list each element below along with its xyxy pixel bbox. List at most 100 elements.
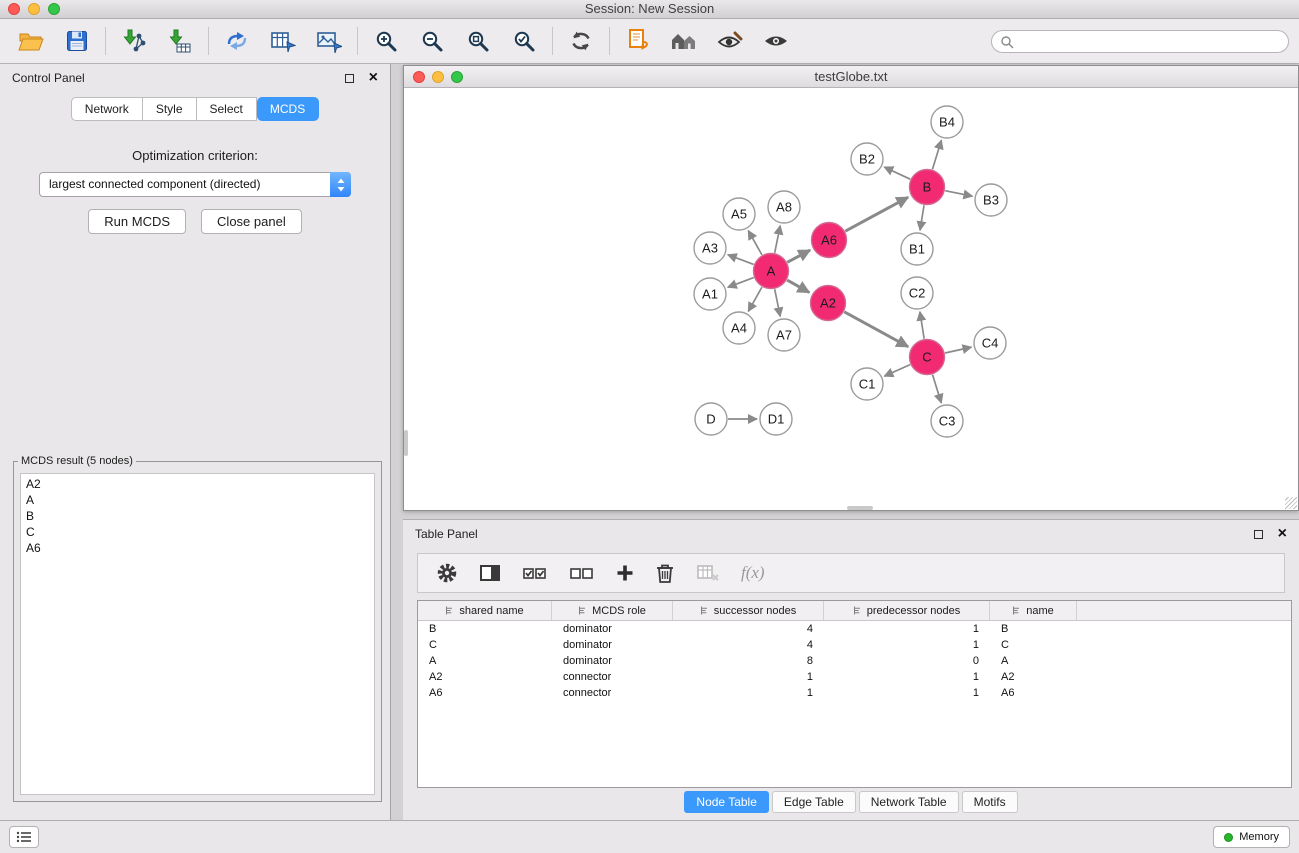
graph-node-A2[interactable]: A2	[811, 286, 846, 321]
show-all-columns-icon[interactable]	[522, 564, 548, 582]
graph-edge[interactable]	[748, 231, 762, 255]
graph-edge[interactable]	[728, 255, 754, 265]
settings-gear-icon[interactable]	[436, 562, 458, 584]
graph-edge[interactable]	[845, 197, 908, 231]
tab-edge-table[interactable]: Edge Table	[772, 791, 856, 813]
network-minimize-button[interactable]	[432, 71, 444, 83]
save-session-icon[interactable]	[56, 22, 98, 60]
tab-node-table[interactable]: Node Table	[684, 791, 769, 813]
column-header-predecessor-nodes[interactable]: predecessor nodes	[824, 601, 990, 620]
birds-eye-view-icon[interactable]	[755, 22, 797, 60]
create-column-icon[interactable]	[616, 564, 634, 582]
graph-edge[interactable]	[787, 250, 810, 262]
graph-node-A3[interactable]: A3	[694, 232, 726, 264]
graph-node-C[interactable]: C	[910, 340, 945, 375]
graph-node-C3[interactable]: C3	[931, 405, 963, 437]
network-zoom-button[interactable]	[451, 71, 463, 83]
task-list-icon[interactable]	[9, 826, 39, 848]
open-session-icon[interactable]	[10, 22, 52, 60]
graph-node-B4[interactable]: B4	[931, 106, 963, 138]
graph-edge[interactable]	[748, 287, 762, 311]
graph-edge[interactable]	[945, 347, 971, 353]
float-panel-icon[interactable]	[345, 74, 354, 83]
network-graph[interactable]: B4B2BB3A8A5A6A3B1AA1C2A2A4A7C4CC1C3DD1	[404, 88, 1298, 510]
graph-node-A4[interactable]: A4	[723, 312, 755, 344]
graph-edge[interactable]	[920, 312, 924, 339]
graph-edge[interactable]	[775, 226, 781, 253]
graph-node-B[interactable]: B	[910, 170, 945, 205]
table-row[interactable]: Bdominator41B	[418, 621, 1291, 637]
column-header-shared-name[interactable]: shared name	[418, 601, 552, 620]
column-header-name[interactable]: name	[990, 601, 1077, 620]
graph-edge[interactable]	[945, 191, 972, 197]
close-table-panel-icon[interactable]: ×	[1278, 529, 1287, 539]
table-row[interactable]: A6connector11A6	[418, 685, 1291, 701]
zoom-in-icon[interactable]	[365, 22, 407, 60]
horizontal-scroll-nub[interactable]	[847, 506, 873, 510]
import-network-icon[interactable]	[113, 22, 155, 60]
new-network-icon[interactable]	[216, 22, 258, 60]
search-input[interactable]	[1019, 31, 1288, 52]
table-row[interactable]: A2connector11A2	[418, 669, 1291, 685]
graph-node-D[interactable]: D	[695, 403, 727, 435]
graph-node-A6[interactable]: A6	[812, 223, 847, 258]
graph-node-A7[interactable]: A7	[768, 319, 800, 351]
graph-edge[interactable]	[932, 140, 941, 169]
refresh-icon[interactable]	[560, 22, 602, 60]
tab-select[interactable]: Select	[197, 97, 257, 121]
mcds-result-list[interactable]: A2ABCA6	[20, 473, 375, 795]
float-table-panel-icon[interactable]	[1254, 530, 1263, 539]
close-panel-icon[interactable]: ×	[369, 73, 378, 83]
search-box[interactable]	[991, 30, 1289, 53]
network-window-titlebar[interactable]: testGlobe.txt	[404, 66, 1298, 88]
graph-node-B1[interactable]: B1	[901, 233, 933, 265]
graph-edge[interactable]	[884, 167, 910, 179]
zoom-selected-icon[interactable]	[503, 22, 545, 60]
table-row[interactable]: Adominator80A	[418, 653, 1291, 669]
graph-edge[interactable]	[844, 312, 908, 347]
graph-node-B2[interactable]: B2	[851, 143, 883, 175]
export-image-icon[interactable]	[308, 22, 350, 60]
network-canvas[interactable]: B4B2BB3A8A5A6A3B1AA1C2A2A4A7C4CC1C3DD1	[404, 88, 1298, 510]
graph-node-C1[interactable]: C1	[851, 368, 883, 400]
list-item[interactable]: A2	[26, 476, 369, 492]
zoom-window-button[interactable]	[48, 3, 60, 15]
list-item[interactable]: A6	[26, 540, 369, 556]
graph-edge[interactable]	[775, 289, 781, 316]
tab-network-table[interactable]: Network Table	[859, 791, 959, 813]
graph-edge[interactable]	[920, 205, 924, 230]
zoom-fit-icon[interactable]	[457, 22, 499, 60]
graph-node-A[interactable]: A	[754, 254, 789, 289]
minimize-window-button[interactable]	[28, 3, 40, 15]
list-item[interactable]: C	[26, 524, 369, 540]
close-panel-button[interactable]: Close panel	[201, 209, 302, 234]
zoom-out-icon[interactable]	[411, 22, 453, 60]
graph-node-A1[interactable]: A1	[694, 278, 726, 310]
column-header-successor-nodes[interactable]: successor nodes	[673, 601, 824, 620]
graph-node-D1[interactable]: D1	[760, 403, 792, 435]
list-item[interactable]: B	[26, 508, 369, 524]
vertical-scroll-nub[interactable]	[404, 430, 408, 456]
criterion-dropdown[interactable]: largest connected component (directed)	[39, 172, 351, 197]
graph-node-C2[interactable]: C2	[901, 277, 933, 309]
column-header-MCDS-role[interactable]: MCDS role	[552, 601, 673, 620]
resize-handle[interactable]	[1285, 497, 1297, 509]
hide-all-columns-icon[interactable]	[569, 564, 595, 582]
graph-edge[interactable]	[728, 278, 754, 288]
close-window-button[interactable]	[8, 3, 20, 15]
graph-node-A5[interactable]: A5	[723, 198, 755, 230]
graphics-details-icon[interactable]	[709, 22, 751, 60]
tab-network[interactable]: Network	[71, 97, 143, 121]
table-row[interactable]: Cdominator41C	[418, 637, 1291, 653]
tab-mcds[interactable]: MCDS	[257, 97, 319, 121]
tab-style[interactable]: Style	[143, 97, 197, 121]
delete-table-icon[interactable]	[696, 563, 720, 583]
tab-motifs[interactable]: Motifs	[962, 791, 1018, 813]
list-item[interactable]: A	[26, 492, 369, 508]
network-from-table-icon[interactable]	[262, 22, 304, 60]
function-builder-icon[interactable]: f(x)	[741, 563, 765, 583]
graph-edge[interactable]	[787, 280, 809, 292]
delete-columns-icon[interactable]	[655, 562, 675, 584]
graph-node-C4[interactable]: C4	[974, 327, 1006, 359]
select-columns-icon[interactable]	[479, 563, 501, 583]
